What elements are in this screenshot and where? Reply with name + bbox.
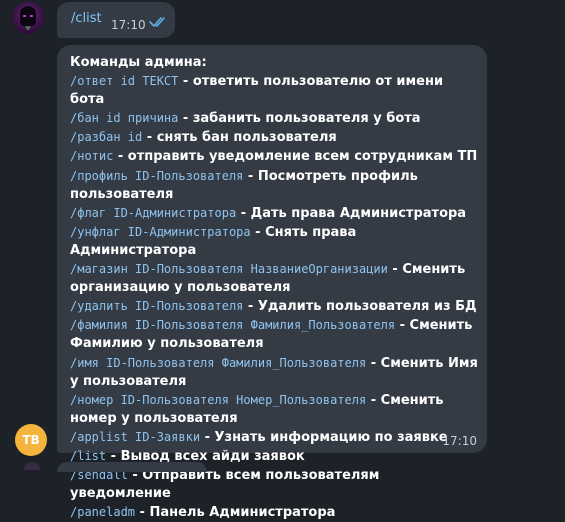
command-line: /бан id причина - забанить пользователя … [70,109,480,128]
command-line: /paneladm - Панель Администратора [70,503,480,522]
next-message-avatar [24,462,40,470]
command-code[interactable]: /унфлаг ID-Администратора [70,225,251,239]
command-code[interactable]: /номер ID-Пользователя Номер_Пользовател… [70,393,366,407]
command-line: /магазин ID-Пользователя НазваниеОрганиз… [70,260,480,297]
double-check-icon [149,17,165,27]
user-avatar[interactable]: ☣ [12,2,44,34]
message-time: 17:10 [111,18,146,32]
command-description: - Удалить пользователя из БД [243,299,477,315]
command-description: - забанить пользователя у бота [178,111,421,127]
command-code[interactable]: /ответ id ТЕКСТ [70,74,178,88]
command-code[interactable]: /applist ID-Заявки [70,430,200,444]
command-line: /ответ id ТЕКСТ - ответить пользователю … [70,72,480,109]
command-code[interactable]: /магазин ID-Пользователя НазваниеОрганиз… [70,262,388,276]
command-description: - Дать права Администратора [236,205,467,221]
command-code[interactable]: /разбан id [70,130,142,144]
command-line: /профиль ID-Пользователя - Посмотреть пр… [70,167,480,204]
command-line: /фамилия ID-Пользователя Фамилия_Пользов… [70,316,480,353]
command-description: - Панель Администратора [135,505,336,521]
command-line: /удалить ID-Пользователя - Удалить польз… [70,297,480,316]
message-content: Команды админа: /ответ id ТЕКСТ - ответи… [70,54,480,522]
command-line: /applist ID-Заявки - Узнать информацию п… [70,428,480,447]
command-code[interactable]: /нотис [70,149,113,163]
command-list: /ответ id ТЕКСТ - ответить пользователю … [70,72,480,522]
message-bubble-admin-commands[interactable]: Команды админа: /ответ id ТЕКСТ - ответи… [57,45,487,520]
command-code[interactable]: /флаг ID-Администратора [70,206,236,220]
command-description: - отправить уведомление всем сотрудникам… [113,149,478,165]
next-message-bubble [57,462,207,472]
biohazard-icon: ☣ [24,24,32,32]
command-description: - снять бан пользователя [142,130,337,146]
command-line: /унфлаг ID-Администратора - Снять права … [70,223,480,260]
command-description: - Узнать информацию по заявке [200,429,448,445]
command-line: /номер ID-Пользователя Номер_Пользовател… [70,391,480,428]
command-code[interactable]: /профиль ID-Пользователя [70,169,243,183]
command-code[interactable]: /list [70,449,106,463]
command-code[interactable]: /имя ID-Пользователя Фамилия_Пользовател… [70,356,366,370]
command-code[interactable]: /бан id причина [70,111,178,125]
avatar-eye-right [30,15,33,17]
message-time: 17:10 [442,434,477,448]
command-line: /имя ID-Пользователя Фамилия_Пользовател… [70,354,480,391]
commands-heading: Команды админа: [70,55,207,70]
message-command-text[interactable]: /clist [71,11,102,26]
command-line: /флаг ID-Администратора - Дать права Адм… [70,204,480,223]
bot-avatar[interactable]: TB [15,424,47,456]
command-code[interactable]: /удалить ID-Пользователя [70,299,243,313]
command-line: /нотис - отправить уведомление всем сотр… [70,147,480,166]
avatar-eye-left [23,15,26,17]
message-bubble-clist[interactable]: /clist 17:10 [57,2,175,38]
chat-view: ☣ /clist 17:10 Команды админа: /ответ id… [0,0,565,520]
command-code[interactable]: /фамилия ID-Пользователя Фамилия_Пользов… [70,318,395,332]
command-code[interactable]: /paneladm [70,505,135,519]
command-line: /разбан id - снять бан пользователя [70,128,480,147]
